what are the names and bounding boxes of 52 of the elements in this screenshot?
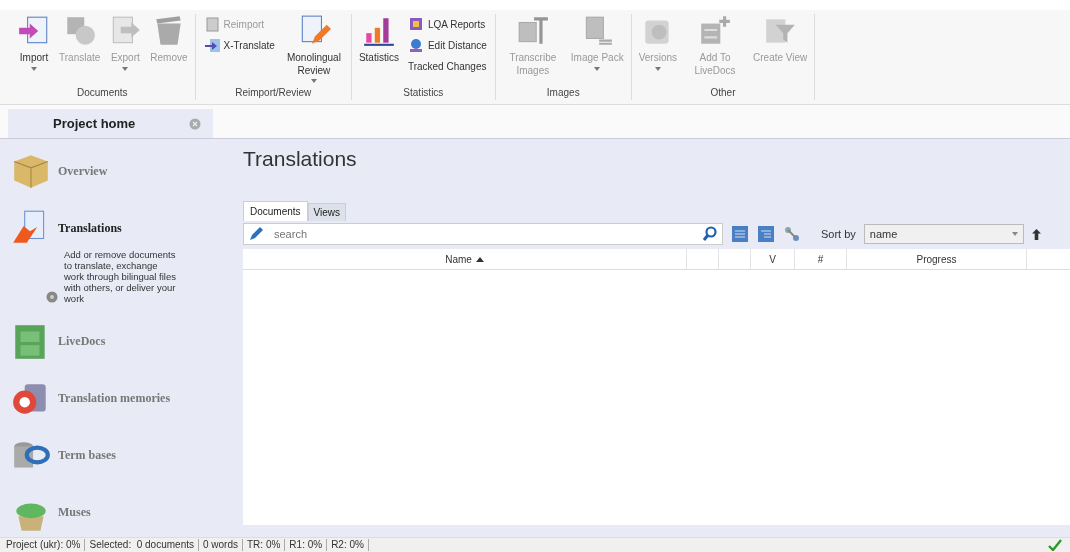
ribbon-button[interactable]: Tracked Changes [407, 58, 487, 74]
close-icon[interactable] [189, 117, 201, 130]
ribbon-button[interactable]: Import [14, 14, 54, 71]
sort-dropdown[interactable]: name [863, 224, 1024, 244]
group-label: Images [545, 87, 581, 100]
sidebar-item[interactable]: LiveDocs [10, 321, 235, 362]
help-icon[interactable] [46, 290, 58, 303]
status-text: Selected: 0 documents [85, 539, 199, 551]
status-text: 0 words [199, 539, 243, 551]
sort-label: Sort by [821, 228, 856, 240]
group-label: Documents [76, 87, 129, 100]
page-title: Translations [243, 147, 358, 171]
ribbon-button[interactable]: X-Translate [203, 37, 275, 53]
document-icon [203, 16, 220, 32]
search-icon[interactable] [702, 226, 718, 242]
status-text: R1: 0% [285, 539, 328, 551]
pencil-icon [248, 226, 264, 242]
report-icon [407, 16, 424, 32]
group-label: Reimport/Review [234, 87, 313, 100]
status-text: R2: 0% [327, 539, 369, 551]
tab-label: Project home [53, 116, 136, 131]
column-header[interactable]: Progress [847, 249, 1027, 269]
sidebar-item[interactable]: Muses [10, 492, 235, 533]
document-arrow-icon [203, 37, 220, 53]
status-text: Project (ukr): 0% [2, 539, 86, 551]
sort-arrow-icon [475, 256, 484, 262]
sidebar-item[interactable]: Translations [10, 208, 235, 248]
arrow-up-icon[interactable] [1031, 228, 1041, 240]
search-input[interactable]: search [272, 227, 702, 241]
sidebar-item[interactable]: Overview [10, 151, 235, 191]
link-icon[interactable] [783, 225, 801, 243]
column-header[interactable]: Name [243, 249, 687, 269]
sidebar-item[interactable]: Term bases [10, 435, 235, 476]
ribbon-button[interactable]: LQA Reports [407, 16, 487, 32]
project-tab[interactable]: Project home [8, 109, 213, 138]
group-label: Other [709, 87, 737, 100]
column-header[interactable]: # [795, 249, 847, 269]
ribbon-button[interactable]: Monolingual Review [280, 14, 347, 83]
ribbon-button[interactable]: Edit Distance [407, 37, 487, 53]
tab[interactable]: Documents [243, 201, 308, 221]
list-view-icon[interactable] [757, 225, 775, 243]
status-text: TR: 0% [243, 539, 286, 551]
sidebar-item[interactable]: Translation memories [10, 378, 235, 419]
caret-icon [1011, 232, 1018, 236]
item-description: Add or remove documents to translate, exchange work through bilingual files with others, or deliver your work [64, 250, 176, 305]
column-header[interactable]: V [751, 249, 795, 269]
search-field[interactable]: search [243, 223, 723, 245]
group-label: Statistics [402, 87, 445, 100]
tab[interactable]: Views [307, 203, 347, 221]
checkmark-icon [1048, 539, 1062, 551]
ribbon-button[interactable]: Statistics [355, 14, 402, 65]
list-view-icon[interactable] [731, 225, 749, 243]
